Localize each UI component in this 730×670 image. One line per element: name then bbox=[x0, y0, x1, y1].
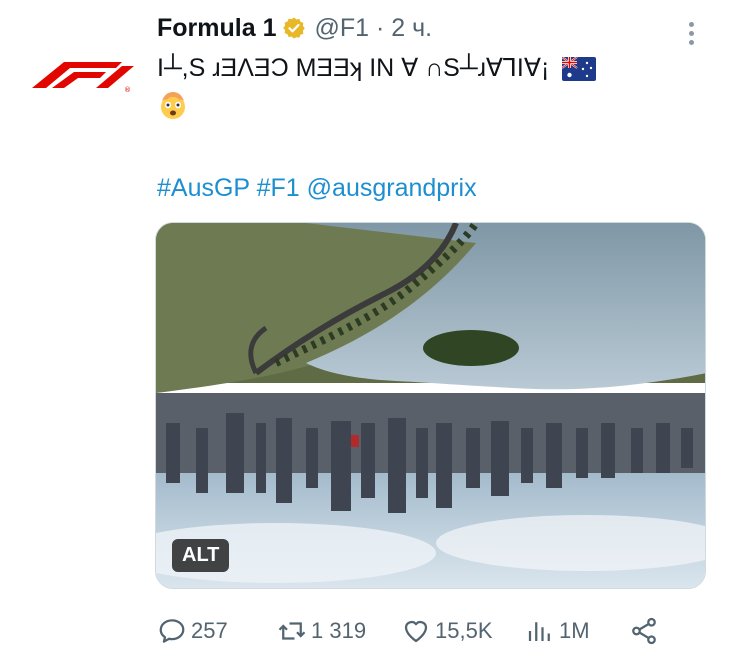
tweet-action-bar: 257 1 319 15,5K 1M bbox=[157, 612, 697, 650]
f1-logo-avatar[interactable]: ® bbox=[22, 48, 134, 96]
like-count: 15,5K bbox=[435, 618, 493, 643]
retweet-icon bbox=[278, 622, 306, 640]
heart-icon bbox=[404, 620, 428, 643]
hashtag-ausgp[interactable]: #AusGP bbox=[157, 174, 250, 202]
share-button[interactable] bbox=[629, 616, 669, 646]
reply-button[interactable]: 257 bbox=[157, 616, 277, 646]
views-bar-chart-icon bbox=[528, 622, 550, 641]
verified-badge-icon bbox=[283, 17, 306, 39]
handle-and-time[interactable]: @F1 · 2 ч. bbox=[314, 14, 432, 43]
like-button[interactable]: 15,5K bbox=[401, 616, 525, 646]
retweet-button[interactable]: 1 319 bbox=[277, 616, 401, 646]
more-options-icon[interactable] bbox=[676, 18, 706, 48]
views-button[interactable]: 1M bbox=[525, 616, 629, 646]
reply-icon bbox=[159, 619, 185, 643]
tweet-body-text: I┴,S ɹƎΛƎƆ MƎƎʞ IN ∀ ∩S┴ɹ∀ꞀI∀¡ bbox=[157, 54, 550, 82]
share-icon bbox=[632, 617, 656, 645]
mention-ausgrandprix[interactable]: @ausgrandprix bbox=[307, 174, 477, 202]
hashtag-f1[interactable]: #F1 bbox=[257, 174, 300, 202]
tweet-header: Formula 1 @F1 · 2 ч. bbox=[157, 8, 710, 48]
alt-text-badge[interactable]: ALT bbox=[172, 539, 230, 572]
author-name[interactable]: Formula 1 bbox=[157, 14, 276, 43]
hashtags: #AusGP #F1 @ausgrandprix bbox=[157, 174, 477, 203]
retweet-count: 1 319 bbox=[311, 618, 367, 643]
tweet-media-image[interactable]: ALT bbox=[155, 222, 706, 589]
view-count: 1M bbox=[559, 618, 590, 643]
tweet-text: I┴,S ɹƎΛƎƆ MƎƎʞ IN ∀ ∩S┴ɹ∀ꞀI∀¡ bbox=[157, 52, 697, 121]
exploding-head-emoji bbox=[161, 92, 185, 119]
svg-text:®: ® bbox=[124, 86, 131, 94]
reply-count: 257 bbox=[191, 618, 228, 643]
australia-flag-icon bbox=[562, 57, 597, 82]
